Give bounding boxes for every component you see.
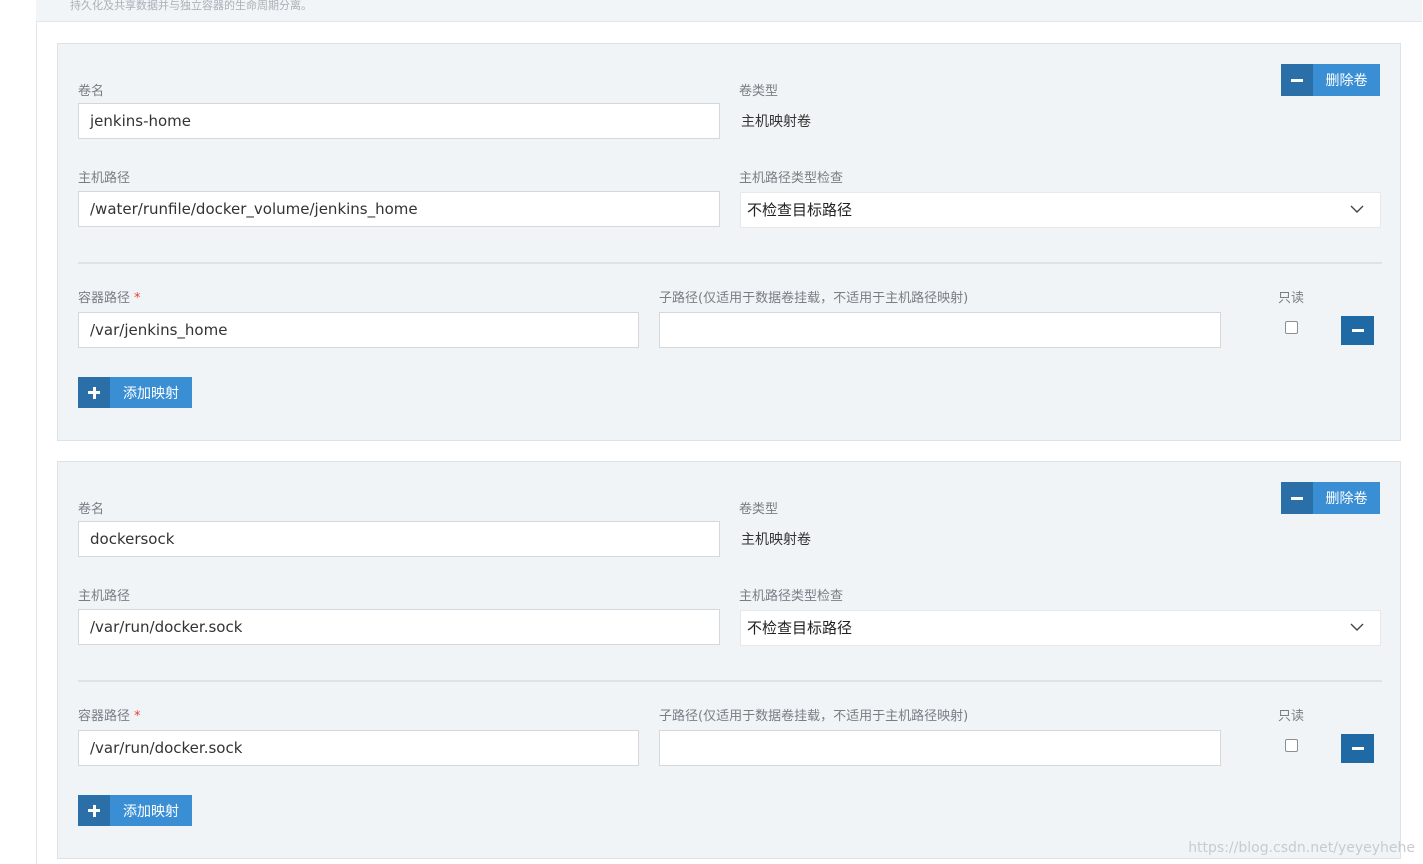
container-path-label-text: 容器路径 — [78, 291, 131, 306]
host-path-check-value: 不检查目标路径 — [747, 619, 853, 637]
volume-type-value: 主机映射卷 — [741, 114, 811, 130]
host-path-check-value: 不检查目标路径 — [747, 201, 853, 219]
container-path-label: 容器路径 * — [78, 287, 141, 306]
add-mapping-button[interactable]: 添加映射 — [78, 377, 192, 408]
volume-card: 卷名 jenkins-home 卷类型 主机映射卷 删除卷 主机路径 /wate… — [57, 43, 1401, 441]
minus-icon — [1281, 64, 1313, 96]
volume-type-value: 主机映射卷 — [741, 532, 811, 548]
plus-icon — [78, 795, 110, 826]
minus-icon — [1351, 747, 1364, 750]
add-mapping-label: 添加映射 — [123, 385, 179, 402]
volume-name-input[interactable]: jenkins-home — [78, 103, 720, 139]
divider — [78, 680, 1382, 682]
volume-name-label: 卷名 — [78, 502, 105, 517]
volume-type-label: 卷类型 — [739, 84, 779, 99]
section-note: 持久化及共享数据并与独立容器的生命周期分离。 — [70, 0, 312, 12]
host-path-label: 主机路径 — [78, 171, 131, 186]
readonly-label: 只读 — [1278, 709, 1305, 724]
add-mapping-button[interactable]: 添加映射 — [78, 795, 192, 826]
remove-mapping-button[interactable] — [1341, 734, 1374, 763]
subpath-input[interactable] — [659, 312, 1221, 348]
host-path-label: 主机路径 — [78, 589, 131, 604]
required-mark: * — [134, 291, 141, 306]
minus-icon — [1281, 482, 1313, 514]
readonly-label: 只读 — [1278, 291, 1305, 306]
divider — [78, 262, 1382, 264]
volume-card: 卷名 dockersock 卷类型 主机映射卷 删除卷 主机路径 /var/ru… — [57, 461, 1401, 859]
volume-name-input[interactable]: dockersock — [78, 521, 720, 557]
chevron-down-icon — [1350, 623, 1364, 631]
container-path-input[interactable]: /var/jenkins_home — [78, 312, 639, 348]
watermark: https://blog.csdn.net/yeyeyhehe — [1188, 840, 1415, 856]
host-path-check-select[interactable]: 不检查目标路径 — [740, 610, 1381, 646]
container-path-input[interactable]: /var/run/docker.sock — [78, 730, 639, 766]
volume-name-label: 卷名 — [78, 84, 105, 99]
subpath-label: 子路径(仅适用于数据卷挂载，不适用于主机路径映射) — [659, 291, 969, 306]
remove-volume-button[interactable]: 删除卷 — [1281, 64, 1380, 96]
minus-icon — [1351, 329, 1364, 332]
container-path-label-text: 容器路径 — [78, 709, 131, 724]
volume-type-label: 卷类型 — [739, 502, 779, 517]
container-path-label: 容器路径 * — [78, 705, 141, 724]
remove-volume-button[interactable]: 删除卷 — [1281, 482, 1380, 514]
chevron-down-icon — [1350, 205, 1364, 213]
host-path-input[interactable]: /var/run/docker.sock — [78, 609, 720, 645]
subpath-input[interactable] — [659, 730, 1221, 766]
required-mark: * — [134, 709, 141, 724]
section-note-bar: 持久化及共享数据并与独立容器的生命周期分离。 — [36, 0, 1422, 22]
plus-icon — [78, 377, 110, 408]
readonly-checkbox[interactable] — [1285, 739, 1298, 752]
remove-volume-label: 删除卷 — [1325, 73, 1368, 89]
host-path-check-label: 主机路径类型检查 — [739, 589, 844, 604]
add-mapping-label: 添加映射 — [123, 803, 179, 820]
remove-volume-label: 删除卷 — [1325, 491, 1368, 507]
host-path-check-select[interactable]: 不检查目标路径 — [740, 192, 1381, 228]
subpath-label: 子路径(仅适用于数据卷挂载，不适用于主机路径映射) — [659, 709, 969, 724]
host-path-check-label: 主机路径类型检查 — [739, 171, 844, 186]
readonly-checkbox[interactable] — [1285, 321, 1298, 334]
host-path-input[interactable]: /water/runfile/docker_volume/jenkins_hom… — [78, 191, 720, 227]
remove-mapping-button[interactable] — [1341, 316, 1374, 345]
